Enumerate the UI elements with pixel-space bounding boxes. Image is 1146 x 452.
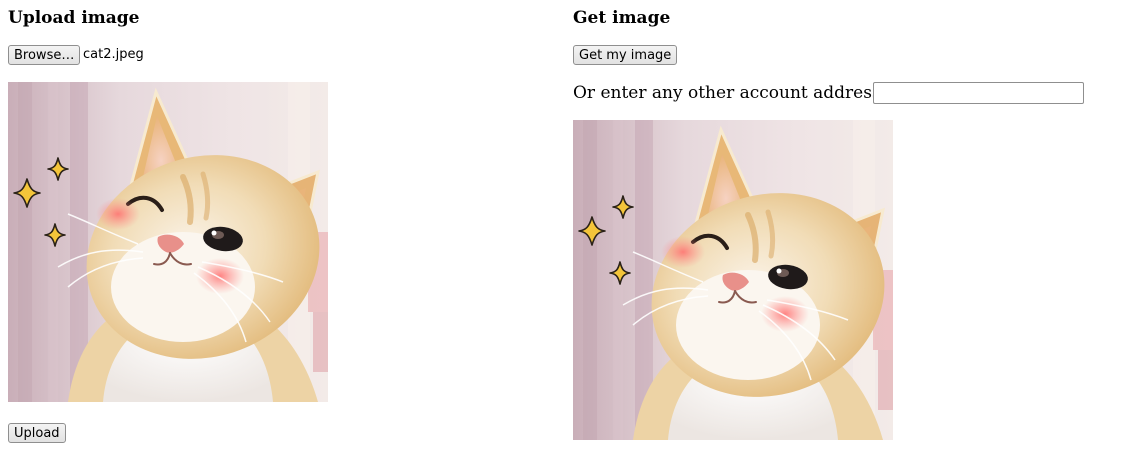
cat-image (573, 120, 893, 440)
retrieved-image (573, 120, 893, 440)
uploaded-image-preview (8, 82, 328, 402)
account-address-label: Or enter any other account address: (573, 83, 887, 103)
account-address-input[interactable] (873, 82, 1084, 104)
cat-image (8, 82, 328, 402)
get-image-heading: Get image (573, 8, 671, 28)
browse-button[interactable]: Browse… (8, 45, 81, 65)
upload-button[interactable]: Upload (8, 423, 66, 443)
selected-filename: cat2.jpeg (83, 47, 144, 62)
get-my-image-button[interactable]: Get my image (573, 45, 678, 65)
upload-heading: Upload image (8, 8, 140, 28)
